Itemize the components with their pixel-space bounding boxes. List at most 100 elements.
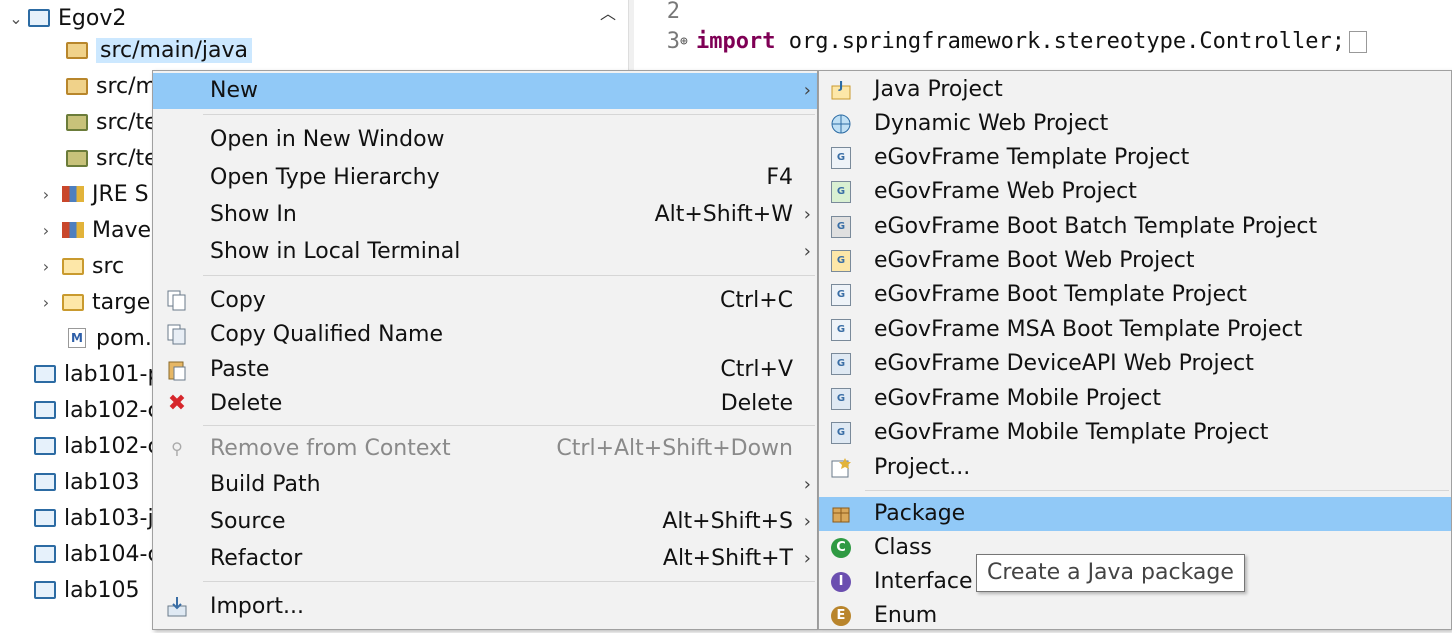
tree-item-pom[interactable]: M pom.: [64, 320, 152, 356]
submenu-item-egovframe-mobile[interactable]: G eGovFrame Mobile Project: [819, 382, 1451, 416]
context-menu: New › Open in New Window Open Type Hiera…: [152, 70, 818, 630]
tree-project[interactable]: lab103-j: [32, 500, 154, 536]
tree-item-src-test-resources[interactable]: src/te: [64, 140, 158, 176]
menu-item-label: Copy Qualified Name: [210, 322, 444, 347]
menu-item-import[interactable]: Import...: [153, 589, 817, 625]
menu-item-build-path[interactable]: Build Path ›: [153, 467, 817, 503]
submenu-item-egovframe-msa-boot-template[interactable]: G eGovFrame MSA Boot Template Project: [819, 313, 1451, 347]
submenu-arrow-icon: ›: [803, 80, 811, 101]
submenu-item-label: eGovFrame Web Project: [874, 179, 1137, 204]
menu-item-copy[interactable]: Copy Ctrl+C: [153, 283, 817, 319]
tree-label: targe: [92, 289, 151, 315]
submenu-item-label: eGovFrame Boot Template Project: [874, 282, 1247, 307]
submenu-arrow-icon: ›: [803, 241, 811, 262]
submenu-item-egovframe-deviceapi-web[interactable]: G eGovFrame DeviceAPI Web Project: [819, 347, 1451, 381]
tree-label: pom.: [96, 325, 152, 351]
chevron-right-icon[interactable]: ›: [36, 185, 56, 204]
tree-item-src-test-java[interactable]: src/te: [64, 104, 158, 140]
submenu-item-java-project[interactable]: J Java Project: [819, 73, 1451, 107]
chevron-down-icon[interactable]: ⌄: [6, 9, 26, 28]
submenu-item-dynamic-web-project[interactable]: Dynamic Web Project: [819, 107, 1451, 141]
menu-item-delete[interactable]: ✖ Delete Delete: [153, 386, 817, 422]
line-number: 3: [666, 29, 680, 54]
submenu-item-egovframe-mobile-template[interactable]: G eGovFrame Mobile Template Project: [819, 416, 1451, 450]
submenu-item-enum[interactable]: E Enum: [819, 599, 1451, 633]
menu-separator: [203, 581, 815, 582]
menu-item-label: Delete: [210, 391, 283, 416]
menu-item-label: Build Path: [210, 472, 321, 497]
menu-item-open-type-hierarchy[interactable]: Open Type Hierarchy F4: [153, 160, 817, 196]
submenu-item-label: Interface: [874, 569, 973, 594]
submenu-item-project[interactable]: Project...: [819, 451, 1451, 485]
remove-from-context-icon: ⚲: [171, 439, 183, 458]
tree-item-src-main-java[interactable]: src/main/java: [64, 32, 253, 68]
submenu-item-label: Package: [874, 501, 966, 526]
submenu-item-label: eGovFrame DeviceAPI Web Project: [874, 351, 1254, 376]
menu-item-shortcut: F4: [766, 165, 793, 190]
tree-label: lab103-j: [64, 505, 154, 531]
menu-item-copy-qualified-name[interactable]: Copy Qualified Name: [153, 317, 817, 353]
project-folder-icon: [32, 399, 58, 421]
enum-icon: E: [829, 604, 853, 628]
submenu-item-egovframe-web[interactable]: G eGovFrame Web Project: [819, 175, 1451, 209]
tree-item-jre[interactable]: › JRE S: [36, 176, 149, 212]
submenu-item-egovframe-boot-web[interactable]: G eGovFrame Boot Web Project: [819, 244, 1451, 278]
tree-project-egov2[interactable]: ⌄ Egov2: [6, 0, 126, 36]
folded-code-indicator[interactable]: [1349, 31, 1368, 53]
tree-project[interactable]: lab101-p: [32, 356, 161, 392]
tree-item-target[interactable]: › targe: [36, 284, 150, 320]
fold-expand-icon[interactable]: ⊕: [680, 26, 696, 58]
menu-item-shortcut: Alt+Shift+S: [662, 509, 793, 534]
menu-item-open-in-new-window[interactable]: Open in New Window: [153, 122, 817, 158]
submenu-item-label: eGovFrame Mobile Template Project: [874, 420, 1269, 445]
submenu-item-egovframe-boot-batch[interactable]: G eGovFrame Boot Batch Template Project: [819, 210, 1451, 244]
menu-item-label: Show in Local Terminal: [210, 239, 461, 264]
chevron-right-icon[interactable]: ›: [36, 221, 56, 240]
scroll-up-button[interactable]: ︿: [596, 0, 620, 30]
tree-label: Egov2: [58, 5, 127, 31]
project-folder-icon: [32, 471, 58, 493]
menu-item-new[interactable]: New ›: [153, 73, 817, 109]
tree-label: lab101-p: [64, 361, 162, 387]
menu-item-show-in[interactable]: Show In Alt+Shift+W ›: [153, 197, 817, 233]
tree-item-maven-deps[interactable]: › Mave: [36, 212, 151, 248]
tree-label: src/te: [96, 109, 158, 135]
tree-label: src/m: [96, 73, 157, 99]
tree-project[interactable]: lab103: [32, 464, 140, 500]
submenu-item-label: Project...: [874, 455, 971, 480]
menu-item-source[interactable]: Source Alt+Shift+S ›: [153, 504, 817, 540]
tree-item-src-main-resources[interactable]: src/m: [64, 68, 157, 104]
chevron-right-icon[interactable]: ›: [36, 257, 56, 276]
new-submenu: J Java Project Dynamic Web Project G eGo…: [818, 70, 1452, 630]
menu-item-refactor[interactable]: Refactor Alt+Shift+T ›: [153, 541, 817, 577]
new-project-icon: [829, 456, 853, 480]
submenu-item-label: Class: [874, 535, 932, 560]
submenu-item-label: eGovFrame Mobile Project: [874, 386, 1162, 411]
tree-label: src/te: [96, 145, 158, 171]
submenu-item-package[interactable]: Package: [819, 497, 1451, 531]
tree-label: lab102-c: [64, 397, 160, 423]
tree-label: lab103: [64, 469, 140, 495]
tree-project[interactable]: lab105: [32, 572, 140, 608]
egovframe-web-icon: G: [829, 180, 853, 204]
menu-item-label: Open Type Hierarchy: [210, 165, 440, 190]
tree-label: lab102-c: [64, 433, 160, 459]
submenu-arrow-icon: ›: [803, 511, 811, 532]
menu-item-paste[interactable]: Paste Ctrl+V: [153, 352, 817, 388]
tree-item-src[interactable]: › src: [36, 248, 124, 284]
menu-item-label: Open in New Window: [210, 127, 445, 152]
tree-label: src/main/java: [96, 37, 253, 63]
menu-item-label: Remove from Context: [210, 436, 451, 461]
chevron-right-icon[interactable]: ›: [36, 293, 56, 312]
egovframe-boot-web-icon: G: [829, 249, 853, 273]
folder-icon: [60, 291, 86, 313]
tree-project[interactable]: lab102-c: [32, 392, 160, 428]
tree-project[interactable]: lab104-c: [32, 536, 160, 572]
menu-item-show-in-local-terminal[interactable]: Show in Local Terminal ›: [153, 234, 817, 270]
menu-separator: [203, 275, 815, 276]
submenu-item-egovframe-boot-template[interactable]: G eGovFrame Boot Template Project: [819, 278, 1451, 312]
tree-project[interactable]: lab102-c: [32, 428, 160, 464]
egovframe-mobile-icon: G: [829, 387, 853, 411]
copy-icon: [165, 289, 189, 313]
submenu-item-egovframe-template[interactable]: G eGovFrame Template Project: [819, 141, 1451, 175]
